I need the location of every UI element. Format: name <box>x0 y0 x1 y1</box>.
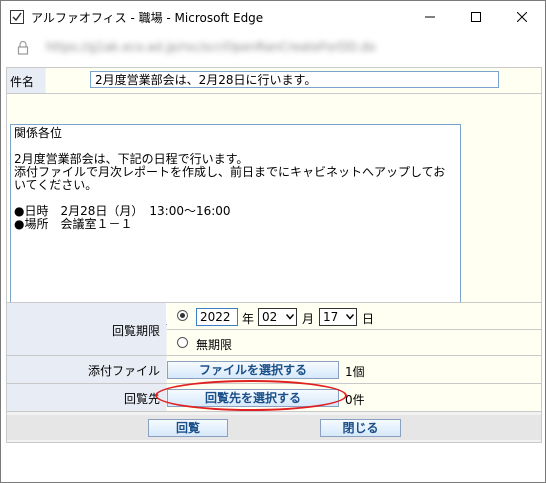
day-unit: 日 <box>362 312 375 326</box>
recipients-cell: 回覧先を選択する 0件 <box>167 384 541 411</box>
month-value: 02 <box>262 310 278 324</box>
maximize-button[interactable] <box>453 1 499 32</box>
body-cell: 関係各位 2月度営業部会は、下記の日程で行います。 添付ファイルで月次レポートを… <box>7 94 541 325</box>
day-select[interactable]: 17 <box>319 308 357 326</box>
subject-label: 件名 <box>10 75 35 89</box>
day-value: 17 <box>323 310 339 324</box>
deadline-cell: 2022 年 02 月 17 日 無期限 <box>167 303 541 355</box>
month-select[interactable]: 02 <box>258 308 297 326</box>
month-unit: 月 <box>302 312 315 326</box>
maximize-icon <box>471 11 481 22</box>
form-panel: 件名 2月度営業部会は、2月28日に行います。 関係各位 2月度営業部会は、下記… <box>6 67 542 443</box>
deadline-date-radio[interactable] <box>177 310 188 321</box>
subject-cell: 2月度営業部会は、2月28日に行います。 <box>46 68 541 93</box>
recipients-label-cell: 回覧先 <box>7 384 166 411</box>
title-bar: アルファオフィス - 職場 - Microsoft Edge <box>1 1 545 32</box>
attachment-count: 1個 <box>345 365 365 379</box>
attachment-label-cell: 添付ファイル <box>7 356 166 383</box>
attachment-cell: ファイルを選択する 1個 <box>167 356 541 383</box>
address-bar: https://g1ak.eco.ad.jp/rsc/scr/OpenRanCr… <box>1 32 545 63</box>
recipients-label: 回覧先 <box>123 392 160 406</box>
circulate-button[interactable]: 回覧 <box>148 419 228 437</box>
subject-input[interactable]: 2月度営業部会は、2月28日に行います。 <box>90 71 499 88</box>
body-textarea[interactable]: 関係各位 2月度営業部会は、下記の日程で行います。 添付ファイルで月次レポートを… <box>10 124 461 325</box>
year-input[interactable]: 2022 <box>196 308 238 326</box>
recipients-count: 0件 <box>345 393 365 407</box>
close-window-button[interactable] <box>499 1 545 32</box>
lock-icon <box>17 40 29 55</box>
chevron-down-icon <box>346 314 354 320</box>
window-title: アルファオフィス - 職場 - Microsoft Edge <box>31 11 264 25</box>
no-deadline-label[interactable]: 無期限 <box>196 336 232 353</box>
minimize-button[interactable] <box>407 1 453 32</box>
deadline-label-cell: 回覧期限 <box>7 303 166 355</box>
chevron-down-icon <box>286 314 294 320</box>
footer-bar: 回覧 閉じる <box>7 415 541 440</box>
year-unit: 年 <box>242 312 255 326</box>
url-text[interactable]: https://g1ak.eco.ad.jp/rsc/scr/OpenRanCr… <box>46 40 376 54</box>
browser-window: アルファオフィス - 職場 - Microsoft Edge https://g… <box>0 0 546 483</box>
close-button[interactable]: 閉じる <box>320 419 401 437</box>
no-deadline-radio[interactable] <box>177 337 188 348</box>
divider <box>7 411 541 412</box>
divider <box>167 329 541 330</box>
minimize-icon <box>425 16 435 17</box>
select-recipients-button[interactable]: 回覧先を選択する <box>167 389 339 407</box>
deadline-label: 回覧期限 <box>111 324 160 338</box>
attachment-label: 添付ファイル <box>87 364 160 378</box>
select-file-button[interactable]: ファイルを選択する <box>167 361 339 379</box>
close-icon <box>517 11 527 22</box>
app-icon <box>10 10 24 24</box>
subject-label-cell: 件名 <box>7 68 45 93</box>
